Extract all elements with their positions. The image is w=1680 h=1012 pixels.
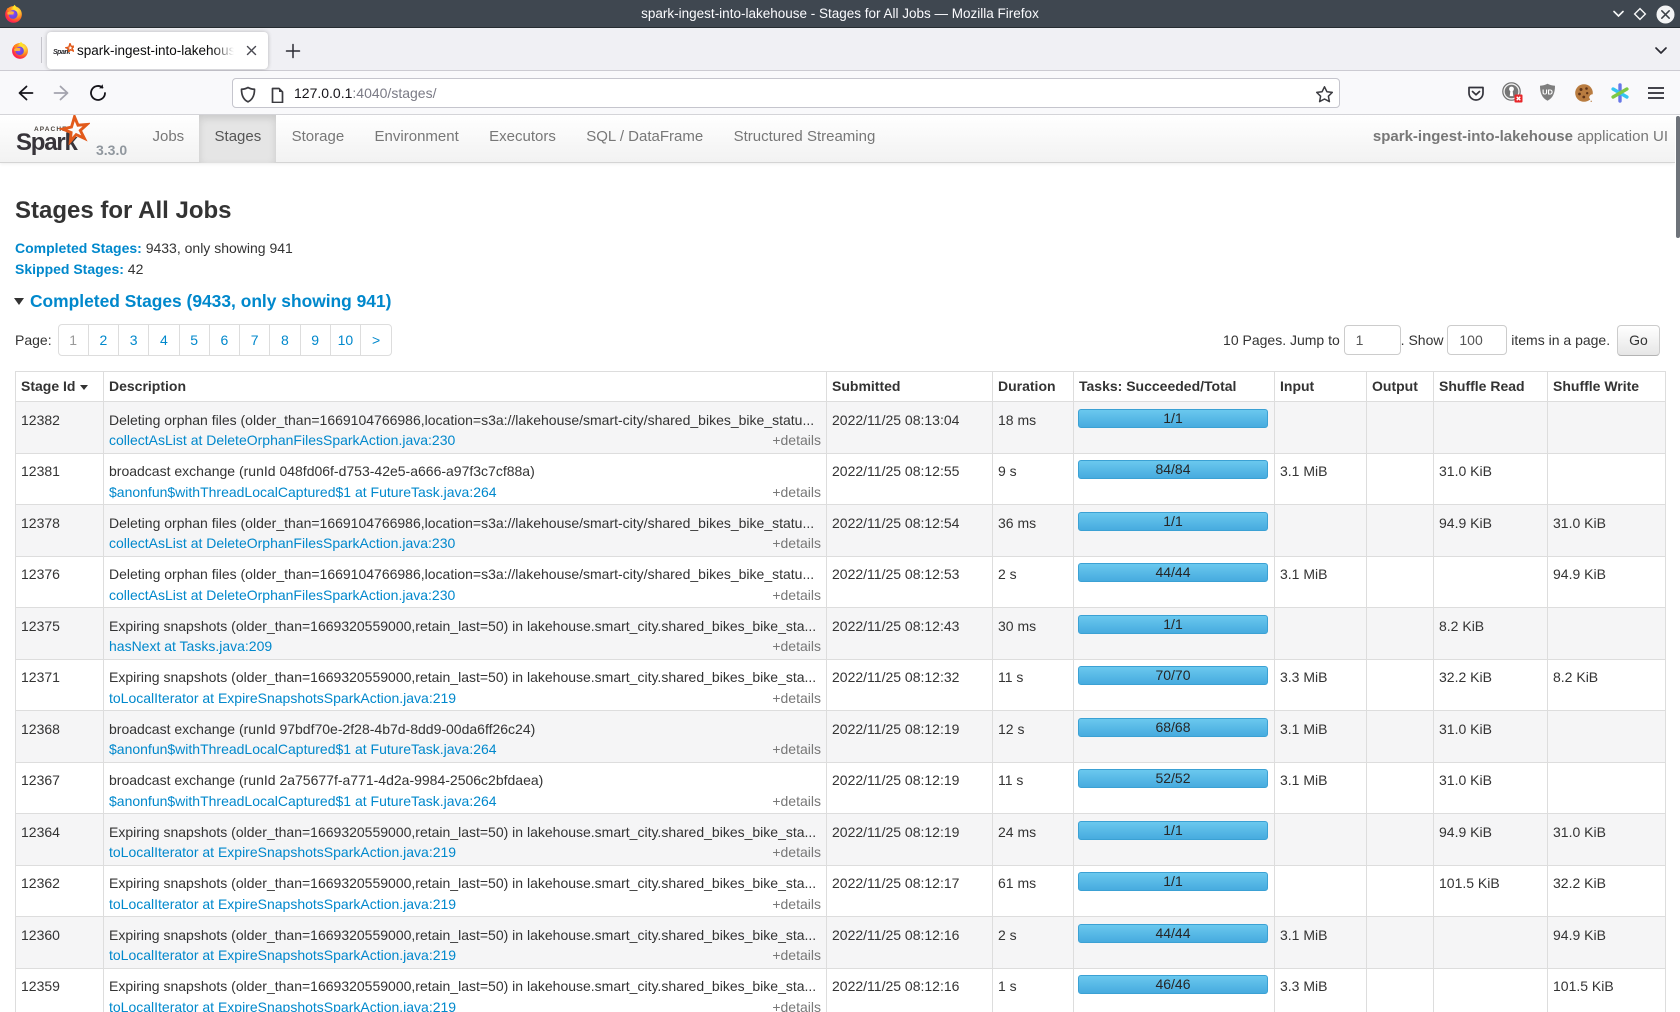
svg-text:UD: UD bbox=[1542, 87, 1553, 96]
